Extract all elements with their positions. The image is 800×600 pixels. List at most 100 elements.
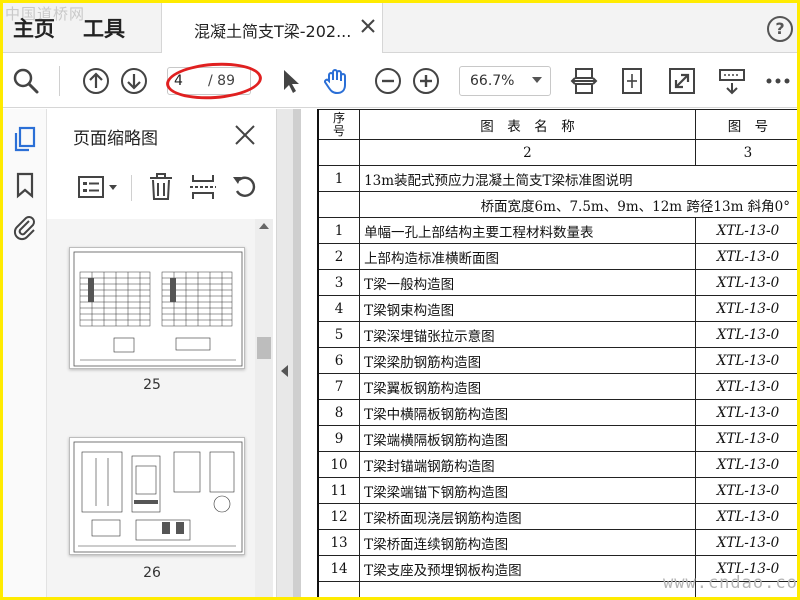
close-icon[interactable] <box>233 123 257 147</box>
row-code: XTL-13-0 <box>694 373 797 400</box>
bookmark-icon[interactable] <box>11 171 39 199</box>
thumbnail-page-25[interactable] <box>69 247 245 369</box>
row-number: 6 <box>317 347 361 374</box>
row-name: 上部构造标准横断面图 <box>359 243 696 270</box>
zoom-select[interactable]: 66.7% <box>459 66 551 96</box>
fit-page-icon[interactable] <box>617 66 647 96</box>
zoom-in-icon[interactable] <box>411 66 441 96</box>
document-tab-title: 混凝土简支T梁-202... <box>194 22 352 41</box>
hand-icon[interactable] <box>321 66 351 96</box>
read-mode-icon[interactable] <box>717 66 747 96</box>
subtitle-text: 桥面宽度6m、7.5m、9m、12m 跨径13m 斜角0° <box>359 191 797 218</box>
row-name: T梁封锚端钢筋构造图 <box>359 451 696 478</box>
table-row: 1 单幅一孔上部结构主要工程材料数量表 XTL-13-0 <box>317 217 797 244</box>
row-name: T梁梁肋钢筋构造图 <box>359 347 696 374</box>
row-number: 13 <box>317 529 361 556</box>
chevron-left-icon[interactable] <box>281 365 288 377</box>
row-number: 8 <box>317 399 361 426</box>
trash-icon[interactable] <box>145 171 177 203</box>
rotate-icon[interactable] <box>229 171 261 203</box>
more-icon[interactable] <box>763 66 793 96</box>
arrow-up-circle-icon[interactable] <box>81 66 111 96</box>
row-code: XTL-13-0 <box>694 529 797 556</box>
panel-collapse-handle[interactable] <box>277 109 293 597</box>
thumbnail-page-26[interactable] <box>69 437 245 555</box>
table-row: 11 T梁梁端锚下钢筋构造图 XTL-13-0 <box>317 477 797 504</box>
empty-cell <box>359 581 696 597</box>
row-number: 5 <box>317 321 361 348</box>
table-header-row: 序 号 图 表 名 称 图 号 <box>317 109 797 140</box>
subtitle-no <box>317 191 361 218</box>
toolbar-separator <box>59 66 60 96</box>
header-serial: 序 号 <box>317 109 361 140</box>
header-code: 图 号 <box>694 109 797 140</box>
fit-width-icon[interactable] <box>569 66 599 96</box>
table-row: 2 上部构造标准横断面图 XTL-13-0 <box>317 243 797 270</box>
table-row: 9 T梁端横隔板钢筋构造图 XTL-13-0 <box>317 425 797 452</box>
row-number: 1 <box>317 217 361 244</box>
home-tab[interactable]: 主页 <box>13 13 55 43</box>
row-number: 14 <box>317 555 361 582</box>
drawing-index-table: 序 号 图 表 名 称 图 号 2 3 1 13m装配式预应力混凝土简支T梁标准… <box>317 109 797 597</box>
index-no <box>317 139 361 166</box>
row-code: XTL-13-0 <box>694 399 797 426</box>
row-number: 7 <box>317 373 361 400</box>
table-row: 12 T梁桥面现浇层钢筋构造图 XTL-13-0 <box>317 503 797 530</box>
zoom-out-icon[interactable] <box>373 66 403 96</box>
table-index-row: 2 3 <box>317 139 797 166</box>
toolbar: / 89 66.7% <box>3 54 797 108</box>
tools-tab[interactable]: 工具 <box>83 13 125 43</box>
row-code: XTL-13-0 <box>694 477 797 504</box>
row-name: T梁深埋锚张拉示意图 <box>359 321 696 348</box>
fullscreen-icon[interactable] <box>667 66 697 96</box>
split-icon[interactable] <box>187 171 219 203</box>
document-tab[interactable]: 混凝土简支T梁-202... <box>161 3 383 53</box>
row-code: XTL-13-0 <box>694 451 797 478</box>
side-rail <box>3 109 47 597</box>
scrollbar-thumb[interactable] <box>257 337 271 359</box>
row-number: 11 <box>317 477 361 504</box>
thumbnail-list: 25 26 <box>47 219 257 597</box>
row-name: T梁端横隔板钢筋构造图 <box>359 425 696 452</box>
table-row: 13 T梁桥面连续钢筋构造图 XTL-13-0 <box>317 529 797 556</box>
toolbar-separator <box>131 175 132 201</box>
table-row: 4 T梁钢束构造图 XTL-13-0 <box>317 295 797 322</box>
tab-bar: 中国道桥网 主页 工具 混凝土简支T梁-202... ? <box>3 3 797 53</box>
index-name: 2 <box>359 139 696 166</box>
paperclip-icon[interactable] <box>11 213 39 241</box>
row-number: 12 <box>317 503 361 530</box>
row-code: XTL-13-0 <box>694 295 797 322</box>
zoom-value: 66.7% <box>470 73 515 89</box>
options-icon[interactable] <box>77 171 123 203</box>
row-name: T梁支座及预埋钢板构造图 <box>359 555 696 582</box>
row-name: T梁桥面连续钢筋构造图 <box>359 529 696 556</box>
index-code: 3 <box>694 139 797 166</box>
search-icon[interactable] <box>11 66 41 96</box>
thumbnail-preview <box>73 251 243 367</box>
row-name: T梁中横隔板钢筋构造图 <box>359 399 696 426</box>
row-code: XTL-13-0 <box>694 321 797 348</box>
row-number: 3 <box>317 269 361 296</box>
row-name: T梁一般构造图 <box>359 269 696 296</box>
chevron-up-icon[interactable] <box>259 223 269 229</box>
help-icon[interactable]: ? <box>767 16 793 42</box>
table-row: 6 T梁梁肋钢筋构造图 XTL-13-0 <box>317 347 797 374</box>
table-subtitle-row: 桥面宽度6m、7.5m、9m、12m 跨径13m 斜角0° <box>317 191 797 218</box>
row-name: T梁桥面现浇层钢筋构造图 <box>359 503 696 530</box>
pointer-icon[interactable] <box>275 66 305 96</box>
document-view[interactable]: 序 号 图 表 名 称 图 号 2 3 1 13m装配式预应力混凝土简支T梁标准… <box>293 109 797 597</box>
thumbnails-icon[interactable] <box>11 125 39 153</box>
arrow-down-circle-icon[interactable] <box>119 66 149 96</box>
table-row: 10 T梁封锚端钢筋构造图 XTL-13-0 <box>317 451 797 478</box>
close-icon[interactable] <box>358 16 378 36</box>
row-name: T梁梁端锚下钢筋构造图 <box>359 477 696 504</box>
thumbnail-scrollbar[interactable] <box>255 219 273 597</box>
watermark-bottom: www.cndao.com <box>663 573 797 593</box>
row-number: 10 <box>317 451 361 478</box>
row-code: XTL-13-0 <box>694 425 797 452</box>
thumbnail-panel: 页面缩略图 25 26 <box>47 109 277 597</box>
row-name: T梁钢束构造图 <box>359 295 696 322</box>
table-row: 7 T梁翼板钢筋构造图 XTL-13-0 <box>317 373 797 400</box>
panel-toolbar <box>47 167 277 211</box>
row-number: 4 <box>317 295 361 322</box>
